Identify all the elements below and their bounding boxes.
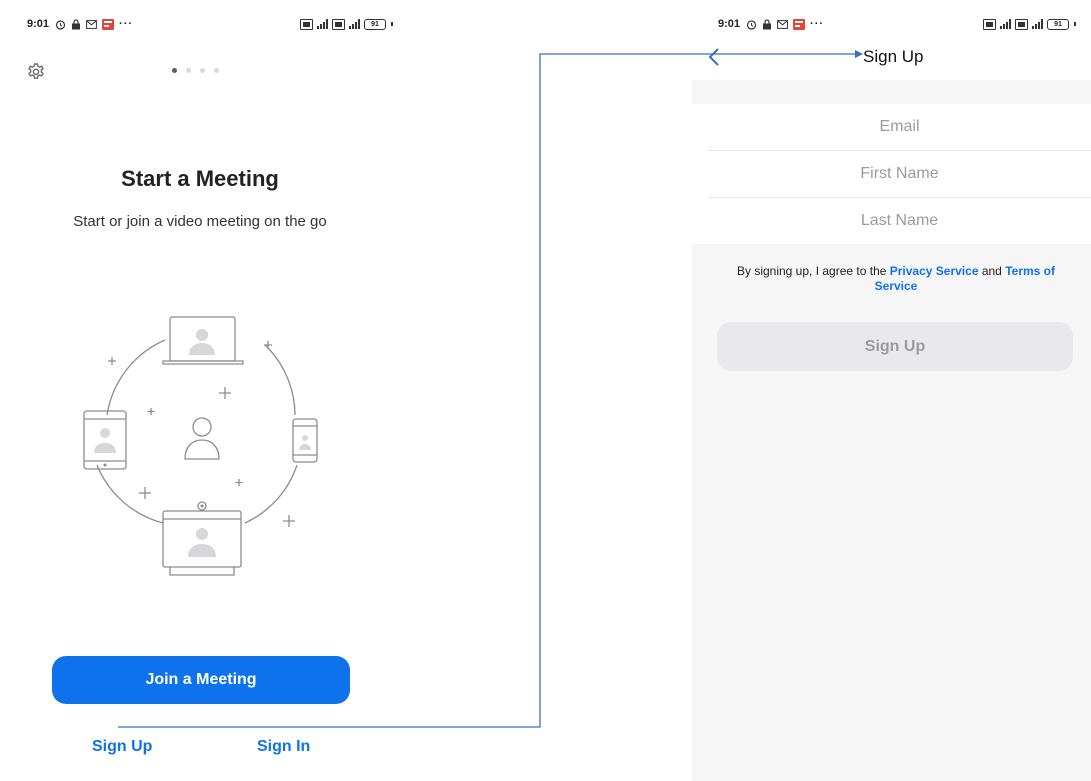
page-dot-3 bbox=[200, 68, 205, 73]
agreement-middle: and bbox=[978, 264, 1006, 278]
status-bar-left: 9:01 ··· bbox=[27, 15, 133, 33]
page-dot-2 bbox=[186, 68, 191, 73]
email-row bbox=[708, 103, 1091, 151]
page-indicator bbox=[172, 68, 219, 73]
mail-icon-right bbox=[777, 19, 788, 29]
page-dot-1 bbox=[172, 68, 177, 73]
sim-icon-right-2 bbox=[1015, 18, 1028, 30]
last-name-row bbox=[708, 197, 1091, 245]
settings-gear-icon[interactable] bbox=[26, 62, 46, 82]
signal-icon-right-2 bbox=[1032, 19, 1043, 29]
status-icons-right-right: 91 bbox=[983, 15, 1076, 33]
signal-icon-right bbox=[1000, 19, 1011, 29]
first-name-row bbox=[708, 150, 1091, 198]
email-field[interactable] bbox=[708, 103, 1091, 151]
mail-icon bbox=[86, 19, 97, 29]
status-more-right: ··· bbox=[810, 18, 825, 30]
privacy-service-link[interactable]: Privacy Service bbox=[890, 264, 979, 278]
illustration-devices bbox=[83, 316, 318, 576]
signal-icon bbox=[317, 19, 328, 29]
form-left-padding bbox=[692, 104, 708, 244]
last-name-field[interactable] bbox=[708, 197, 1091, 245]
back-arrow-icon[interactable] bbox=[706, 47, 722, 67]
status-bar-right: 9:01 ··· bbox=[718, 15, 824, 33]
status-more: ··· bbox=[119, 18, 134, 30]
alarm-icon bbox=[55, 19, 66, 30]
header-title: Sign Up bbox=[863, 47, 924, 66]
signal-icon-2 bbox=[349, 19, 360, 29]
alarm-icon-right bbox=[746, 19, 757, 30]
first-name-field[interactable] bbox=[708, 150, 1091, 198]
agreement-text: By signing up, I agree to the Privacy Se… bbox=[716, 264, 1076, 294]
status-time: 9:01 bbox=[27, 18, 50, 30]
lock-icon bbox=[71, 18, 81, 30]
battery-icon: 91 bbox=[364, 18, 386, 30]
app-notification-icon bbox=[102, 18, 115, 30]
sign-in-link[interactable]: Sign In bbox=[257, 738, 310, 756]
battery-tip bbox=[391, 22, 393, 26]
battery-tip-right bbox=[1074, 22, 1076, 26]
app-notification-icon-right bbox=[793, 18, 806, 30]
status-icons-right-left: 91 bbox=[300, 15, 393, 33]
sign-up-button[interactable]: Sign Up bbox=[717, 322, 1073, 371]
sim-icon-right bbox=[983, 18, 996, 30]
join-meeting-button[interactable]: Join a Meeting bbox=[52, 656, 350, 704]
lock-icon-right bbox=[762, 18, 772, 30]
sim-icon-2 bbox=[332, 18, 345, 30]
sim-icon bbox=[300, 18, 313, 30]
page-subtitle: Start or join a video meeting on the go bbox=[73, 213, 327, 230]
battery-icon-right: 91 bbox=[1047, 18, 1069, 30]
sign-up-link[interactable]: Sign Up bbox=[92, 738, 152, 756]
signup-form bbox=[708, 103, 1091, 245]
page-dot-4 bbox=[214, 68, 219, 73]
page-title: Start a Meeting bbox=[121, 166, 279, 191]
status-time-right: 9:01 bbox=[718, 18, 741, 30]
agreement-prefix: By signing up, I agree to the bbox=[736, 264, 890, 278]
